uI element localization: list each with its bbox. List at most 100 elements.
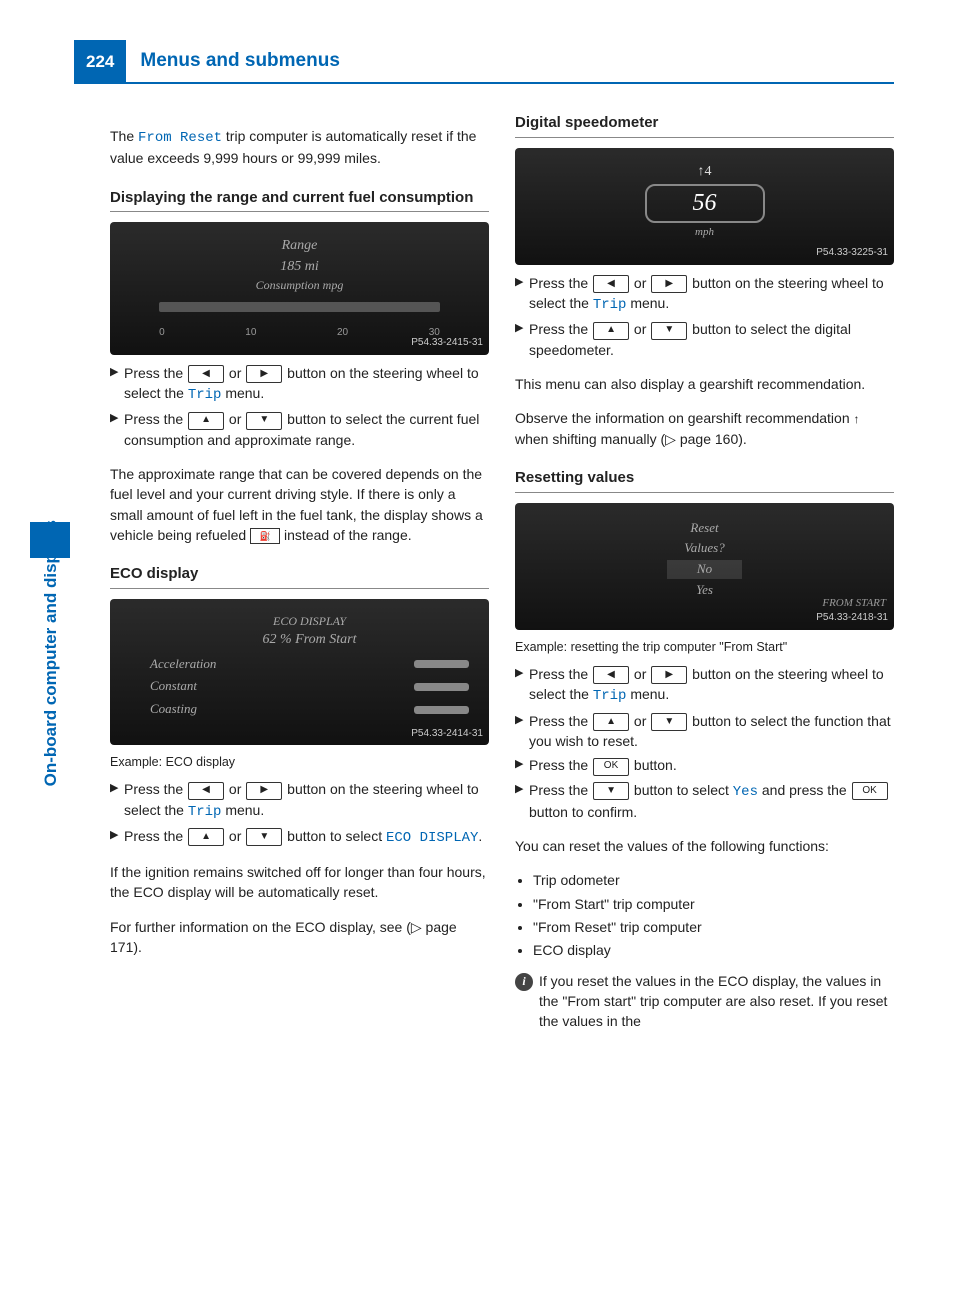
step-text: Press the ▲ or ▼ button to select the di…: [529, 319, 894, 360]
left-arrow-button-icon: ◀: [593, 275, 629, 293]
left-arrow-button-icon: ◀: [188, 782, 224, 800]
subhead-eco: ECO display: [110, 563, 489, 589]
info-icon: i: [515, 973, 533, 991]
gearshift-shift-icon: ↑: [854, 411, 864, 428]
list-item: "From Reset" trip computer: [533, 917, 894, 937]
text: .: [478, 828, 482, 844]
step-marker-icon: ▶: [110, 779, 124, 822]
tick: 20: [337, 326, 348, 341]
text: Press the: [124, 781, 187, 797]
step-text: Press the ◀ or ▶ button on the steering …: [529, 664, 894, 707]
text: menu.: [221, 385, 264, 401]
text: or: [225, 828, 245, 844]
reset-bullet-list: Trip odometer "From Start" trip computer…: [515, 870, 894, 960]
reset-display-illustration: Reset Values? No Yes FROM START P54.33-2…: [515, 503, 894, 630]
step: ▶ Press the ◀ or ▶ button on the steerin…: [515, 664, 894, 707]
text: Press the: [124, 828, 187, 844]
text: or: [630, 321, 650, 337]
left-arrow-button-icon: ◀: [593, 666, 629, 684]
step-marker-icon: ▶: [110, 363, 124, 406]
refuel-icon: ⛽: [250, 528, 280, 544]
text: button to select: [283, 828, 386, 844]
step-marker-icon: ▶: [110, 409, 124, 450]
up-arrow-button-icon: ▲: [188, 828, 224, 846]
header-title: Menus and submenus: [126, 40, 894, 84]
step: ▶ Press the ◀ or ▶ button on the steerin…: [515, 273, 894, 316]
step-text: Press the ▲ or ▼ button to select the fu…: [529, 711, 894, 752]
step-marker-icon: ▶: [110, 826, 124, 848]
eco-row: Coasting: [150, 700, 469, 719]
info-text: If you reset the values in the ECO displ…: [539, 971, 894, 1032]
step-text: Press the OK button.: [529, 755, 894, 775]
reset-line: Values?: [529, 539, 880, 558]
step-marker-icon: ▶: [515, 711, 529, 752]
step: ▶ Press the ▲ or ▼ button to select the …: [515, 319, 894, 360]
text: button to select: [630, 782, 733, 798]
speed-value: 56: [645, 184, 765, 223]
text: or: [630, 275, 650, 291]
eco-display-illustration: ECO DISPLAY 62 % From Start Acceleration…: [110, 599, 489, 745]
step: ▶ Press the ◀ or ▶ button on the steerin…: [110, 779, 489, 822]
range-display-illustration: Range 185 mi Consumption mpg 0 10 20 30 …: [110, 222, 489, 354]
eco-percent: 62 % From Start: [150, 630, 469, 650]
page-number: 224: [74, 40, 126, 84]
eco-row: Acceleration: [150, 655, 469, 674]
eco-caption: Example: ECO display: [110, 753, 489, 771]
intro-paragraph: The From Reset trip computer is automati…: [110, 126, 489, 169]
speedometer-illustration: ↑4 56 mph P54.33-3225-31: [515, 148, 894, 265]
ok-button-icon: OK: [852, 782, 888, 800]
image-id: P54.33-3225-31: [816, 246, 888, 261]
eco-label: Coasting: [150, 700, 197, 719]
text: or: [225, 365, 245, 381]
step-text: Press the ◀ or ▶ button on the steering …: [124, 779, 489, 822]
info-note: i If you reset the values in the ECO dis…: [515, 971, 894, 1032]
text: Press the: [529, 713, 592, 729]
text: and press the: [758, 782, 851, 798]
text: Press the: [124, 411, 187, 427]
down-arrow-button-icon: ▼: [246, 412, 282, 430]
speed-unit: mph: [645, 225, 765, 241]
step: ▶ Press the OK button.: [515, 755, 894, 775]
right-arrow-button-icon: ▶: [246, 782, 282, 800]
page-header: 224 Menus and submenus: [74, 40, 894, 84]
from-start-label: FROM START: [822, 596, 886, 612]
column-left: The From Reset trip computer is automati…: [110, 112, 489, 1032]
right-arrow-button-icon: ▶: [246, 365, 282, 383]
gearshift-arrow: ↑4: [645, 162, 765, 182]
up-arrow-button-icon: ▲: [593, 322, 629, 340]
step-marker-icon: ▶: [515, 664, 529, 707]
right-arrow-button-icon: ▶: [651, 275, 687, 293]
consumption-gauge: [159, 302, 440, 312]
trip-mono: Trip: [188, 804, 222, 820]
eco-row: Constant: [150, 677, 469, 696]
list-item: "From Start" trip computer: [533, 894, 894, 914]
step-text: Press the ▲ or ▼ button to select ECO DI…: [124, 826, 489, 848]
step-marker-icon: ▶: [515, 780, 529, 823]
eco-label: Constant: [150, 677, 197, 696]
down-arrow-button-icon: ▼: [651, 322, 687, 340]
right-arrow-button-icon: ▶: [651, 666, 687, 684]
text: instead of the range.: [280, 527, 412, 543]
image-id: P54.33-2415-31: [411, 336, 483, 351]
ok-button-icon: OK: [593, 758, 629, 776]
trip-mono: Trip: [593, 688, 627, 704]
step: ▶ Press the ◀ or ▶ button on the steerin…: [110, 363, 489, 406]
up-arrow-button-icon: ▲: [593, 713, 629, 731]
step-text: Press the ◀ or ▶ button on the steering …: [529, 273, 894, 316]
down-arrow-button-icon: ▼: [651, 713, 687, 731]
speedo-para2: Observe the information on gearshift rec…: [515, 408, 894, 449]
range-title: Range: [124, 236, 475, 256]
side-tab: On-board computer and displays: [36, 140, 66, 540]
text: Press the: [529, 666, 592, 682]
step-text: Press the ▲ or ▼ button to select the cu…: [124, 409, 489, 450]
eco-bar-icon: [414, 683, 469, 691]
text: or: [225, 781, 245, 797]
reset-no: No: [667, 560, 742, 579]
list-item: ECO display: [533, 940, 894, 960]
range-paragraph: The approximate range that can be covere…: [110, 464, 489, 545]
from-reset-mono: From Reset: [138, 130, 222, 146]
yes-mono: Yes: [733, 784, 758, 800]
up-arrow-button-icon: ▲: [188, 412, 224, 430]
eco-paragraph: If the ignition remains switched off for…: [110, 862, 489, 903]
reset-line: Reset: [529, 519, 880, 538]
